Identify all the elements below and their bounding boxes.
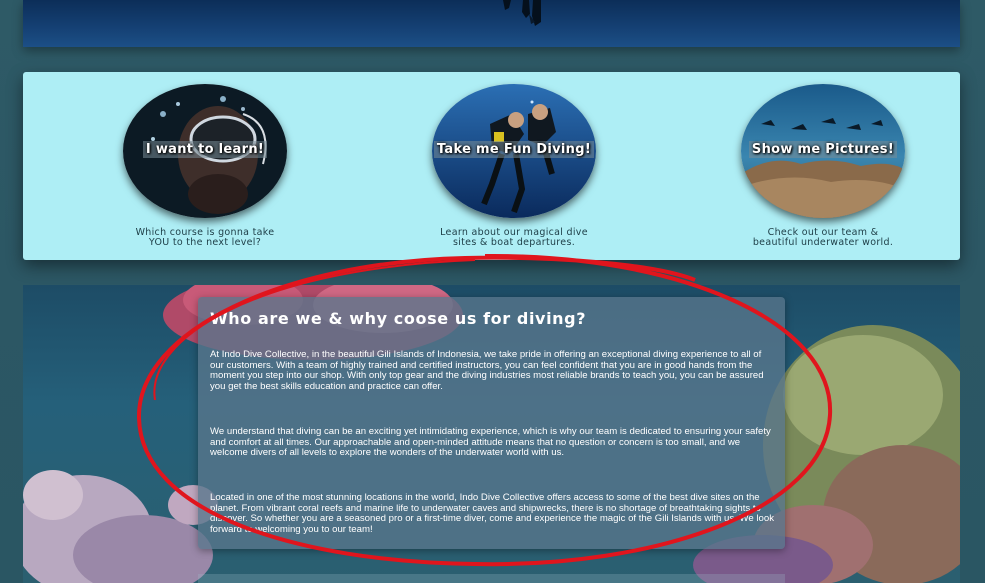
cards-panel: I want to learn! Which course is gonna t… (23, 72, 960, 260)
about-section: Who are we & why coose us for diving? At… (198, 297, 785, 549)
about-paragraph-3: Located in one of the most stunning loca… (210, 492, 775, 535)
hero-image (23, 0, 960, 47)
next-section-edge (198, 574, 785, 583)
card-learn-title[interactable]: I want to learn! (105, 141, 305, 158)
card-pictures-description: Check out our team & beautiful underwate… (752, 227, 894, 248)
card-fun-diving-title[interactable]: Take me Fun Diving! (414, 141, 614, 158)
about-paragraph-1: At Indo Dive Collective, in the beautifu… (210, 349, 764, 392)
card-fun-diving-description: Learn about our magical dive sites & boa… (440, 227, 588, 248)
diver-silhouette-icon (503, 0, 541, 26)
card-fun-diving: Take me Fun Diving! Learn about our magi… (414, 84, 614, 254)
card-pictures: Show me Pictures! Check out our team & b… (723, 84, 923, 254)
card-learn: I want to learn! Which course is gonna t… (105, 84, 305, 254)
card-pictures-title[interactable]: Show me Pictures! (723, 141, 923, 158)
about-title: Who are we & why coose us for diving? (210, 309, 587, 328)
card-learn-description: Which course is gonna take YOU to the ne… (135, 227, 275, 248)
page: I want to learn! Which course is gonna t… (0, 0, 985, 583)
about-paragraph-2: We understand that diving can be an exci… (210, 426, 771, 459)
